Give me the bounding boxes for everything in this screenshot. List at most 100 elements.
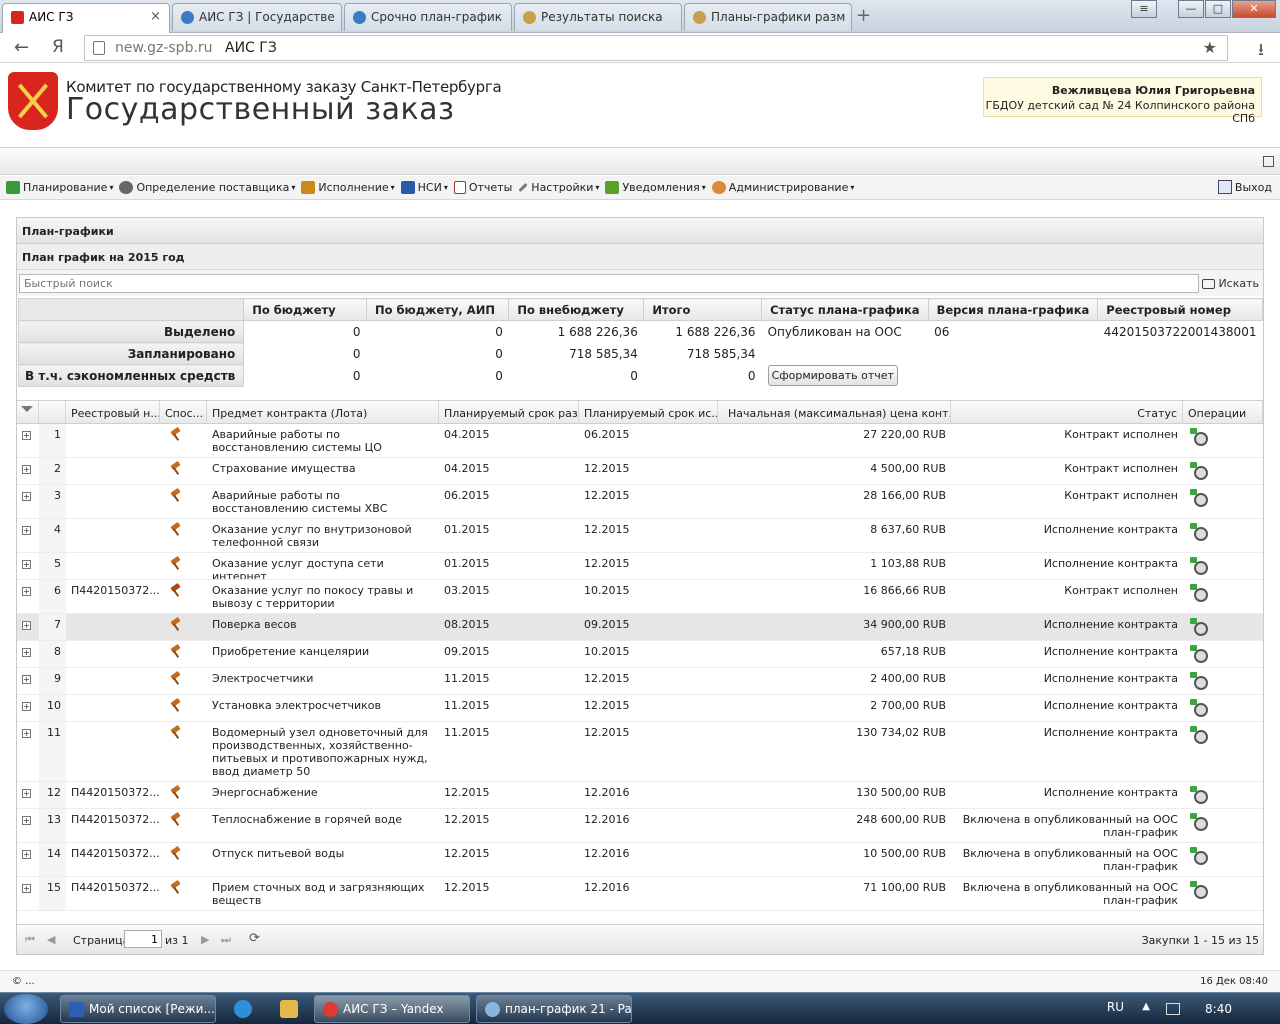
operations-gear-icon[interactable]: [1190, 786, 1208, 804]
expand-row-icon[interactable]: +: [22, 431, 31, 440]
close-window-icon[interactable]: ✕: [1232, 0, 1276, 18]
download-icon[interactable]: ⭳: [1258, 37, 1264, 66]
menu-planning[interactable]: Планирование ▾: [6, 181, 113, 194]
tray-arrow-icon[interactable]: ▲: [1142, 1001, 1150, 1012]
expand-row-icon[interactable]: +: [22, 587, 31, 596]
operations-gear-icon[interactable]: [1190, 813, 1208, 831]
minimize-icon[interactable]: —: [1178, 0, 1204, 18]
table-row[interactable]: +15 П4420150372... Прием сточных вод и заг…: [17, 877, 1263, 911]
operations-gear-icon[interactable]: [1190, 672, 1208, 690]
menu-reports[interactable]: Отчеты: [453, 181, 512, 194]
menu-administration[interactable]: Администрирование ▾: [711, 181, 854, 194]
yandex-icon[interactable]: Я: [52, 37, 64, 57]
network-icon[interactable]: [1166, 1003, 1180, 1015]
table-row[interactable]: +3 Аварийные работы по восстановлению сис…: [17, 485, 1263, 519]
expand-row-icon[interactable]: +: [22, 560, 31, 569]
menu-supplier[interactable]: Определение поставщика ▾: [119, 181, 295, 194]
operations-gear-icon[interactable]: [1190, 489, 1208, 507]
maximize-icon[interactable]: □: [1205, 0, 1231, 18]
browser-tab-4[interactable]: Результаты поиска: [514, 3, 682, 31]
expand-row-icon[interactable]: +: [22, 884, 31, 893]
page-number-input[interactable]: [124, 930, 162, 948]
table-row[interactable]: +6 П4420150372... Оказание услуг по покосу…: [17, 580, 1263, 614]
last-page-icon[interactable]: ⏭: [221, 933, 231, 947]
table-row[interactable]: +5 Оказание услуг доступа сети интернет 01…: [17, 553, 1263, 580]
col-execution-date[interactable]: Планируемый срок ис...: [579, 401, 718, 423]
expand-row-icon[interactable]: +: [22, 465, 31, 474]
col-price[interactable]: Начальная (максимальная) цена конт...: [718, 401, 951, 423]
expand-row-icon[interactable]: +: [22, 526, 31, 535]
language-indicator[interactable]: RU: [1107, 1000, 1124, 1014]
url-field[interactable]: new.gz-spb.ru АИС ГЗ ★: [84, 35, 1228, 61]
browser-tab-3[interactable]: Срочно план-график: [344, 3, 512, 31]
operations-gear-icon[interactable]: [1190, 726, 1208, 744]
expand-row-icon[interactable]: +: [22, 621, 31, 630]
generate-report-button[interactable]: Сформировать отчет: [767, 365, 898, 386]
operations-gear-icon[interactable]: [1190, 462, 1208, 480]
expand-row-icon[interactable]: +: [22, 648, 31, 657]
table-row[interactable]: +8 Приобретение канцелярии 09.2015 10.2015 6…: [17, 641, 1263, 668]
operations-gear-icon[interactable]: [1190, 645, 1208, 663]
taskbar-document[interactable]: план-график 21 - Pa...: [476, 995, 632, 1023]
operations-gear-icon[interactable]: [1190, 523, 1208, 541]
coat-of-arms-logo[interactable]: [8, 72, 58, 130]
new-tab-icon[interactable]: +: [856, 5, 871, 26]
operations-gear-icon[interactable]: [1190, 557, 1208, 575]
table-row[interactable]: +13 П4420150372... Теплоснабжение в горяче…: [17, 809, 1263, 843]
table-row[interactable]: +2 Страхование имущества 04.2015 12.2015 4 5…: [17, 458, 1263, 485]
expand-row-icon[interactable]: +: [22, 492, 31, 501]
expand-row-icon[interactable]: +: [22, 702, 31, 711]
expand-row-icon[interactable]: +: [22, 816, 31, 825]
operations-gear-icon[interactable]: [1190, 584, 1208, 602]
expand-row-icon[interactable]: +: [22, 675, 31, 684]
first-page-icon[interactable]: ⏮: [25, 933, 35, 947]
table-row[interactable]: +4 Оказание услуг по внутризоновой телефо…: [17, 519, 1263, 553]
tab-label: Результаты поиска: [541, 10, 663, 24]
col-placement-date[interactable]: Планируемый срок раз...: [439, 401, 579, 423]
table-row[interactable]: +14 П4420150372... Отпуск питьевой воды 12.…: [17, 843, 1263, 877]
start-button-icon[interactable]: [4, 994, 48, 1024]
filter-clear-icon[interactable]: [17, 401, 39, 423]
operations-gear-icon[interactable]: [1190, 847, 1208, 865]
back-arrow-icon[interactable]: ←: [14, 37, 29, 58]
operations-gear-icon[interactable]: [1190, 699, 1208, 717]
col-registry[interactable]: Реестровый н...: [66, 401, 160, 423]
table-row[interactable]: +12 П4420150372... Энергоснабжение 12.2015 1…: [17, 782, 1263, 809]
clock[interactable]: 8:40: [1205, 1002, 1232, 1016]
taskbar-yandex[interactable]: АИС ГЗ – Yandex: [314, 995, 470, 1023]
table-row[interactable]: +7 Поверка весов 08.2015 09.2015 34 900,00 R…: [17, 614, 1263, 641]
menu-icon[interactable]: ≡: [1131, 0, 1157, 18]
menu-settings[interactable]: Настройки ▾: [518, 181, 599, 194]
col-subject[interactable]: Предмет контракта (Лота): [207, 401, 439, 423]
menu-execution[interactable]: Исполнение ▾: [301, 181, 395, 194]
menu-nsi[interactable]: НСИ ▾: [400, 181, 448, 194]
table-row[interactable]: +10 Установка электросчетчиков 11.2015 12.2…: [17, 695, 1263, 722]
bookmark-star-icon[interactable]: ★: [1203, 38, 1217, 57]
operations-gear-icon[interactable]: [1190, 618, 1208, 636]
expand-row-icon[interactable]: +: [22, 729, 31, 738]
expand-row-icon[interactable]: +: [22, 850, 31, 859]
ie-icon[interactable]: [234, 1000, 252, 1018]
search-button[interactable]: Искать: [1202, 277, 1259, 290]
expand-row-icon[interactable]: +: [22, 789, 31, 798]
quick-search-input[interactable]: [19, 274, 1199, 293]
exit-button[interactable]: Выход: [1217, 180, 1272, 194]
prev-page-icon[interactable]: ◀: [47, 933, 55, 946]
table-row[interactable]: +9 Электросчетчики 11.2015 12.2015 2 400,00 …: [17, 668, 1263, 695]
table-row[interactable]: +11 Водомерный узел одноветочный для прои…: [17, 722, 1263, 782]
folder-icon[interactable]: [280, 1000, 298, 1018]
collapse-icon[interactable]: [1263, 156, 1274, 167]
refresh-icon[interactable]: ⟳: [249, 931, 260, 946]
browser-tab-5[interactable]: Планы-графики разм: [684, 3, 852, 31]
taskbar-word[interactable]: Мой список [Режи...: [60, 995, 216, 1023]
col-status[interactable]: Статус: [951, 401, 1183, 423]
operations-gear-icon[interactable]: [1190, 881, 1208, 899]
close-tab-icon[interactable]: ×: [150, 9, 161, 24]
table-row[interactable]: +1 Аварийные работы по восстановлению сис…: [17, 424, 1263, 458]
menu-notifications[interactable]: Уведомления ▾: [605, 181, 706, 194]
col-method[interactable]: Спос...: [160, 401, 207, 423]
browser-tab-2[interactable]: АИС ГЗ | Государстве: [172, 3, 342, 31]
next-page-icon[interactable]: ▶: [201, 933, 209, 946]
browser-tab-1[interactable]: АИС ГЗ ×: [2, 3, 170, 33]
operations-gear-icon[interactable]: [1190, 428, 1208, 446]
